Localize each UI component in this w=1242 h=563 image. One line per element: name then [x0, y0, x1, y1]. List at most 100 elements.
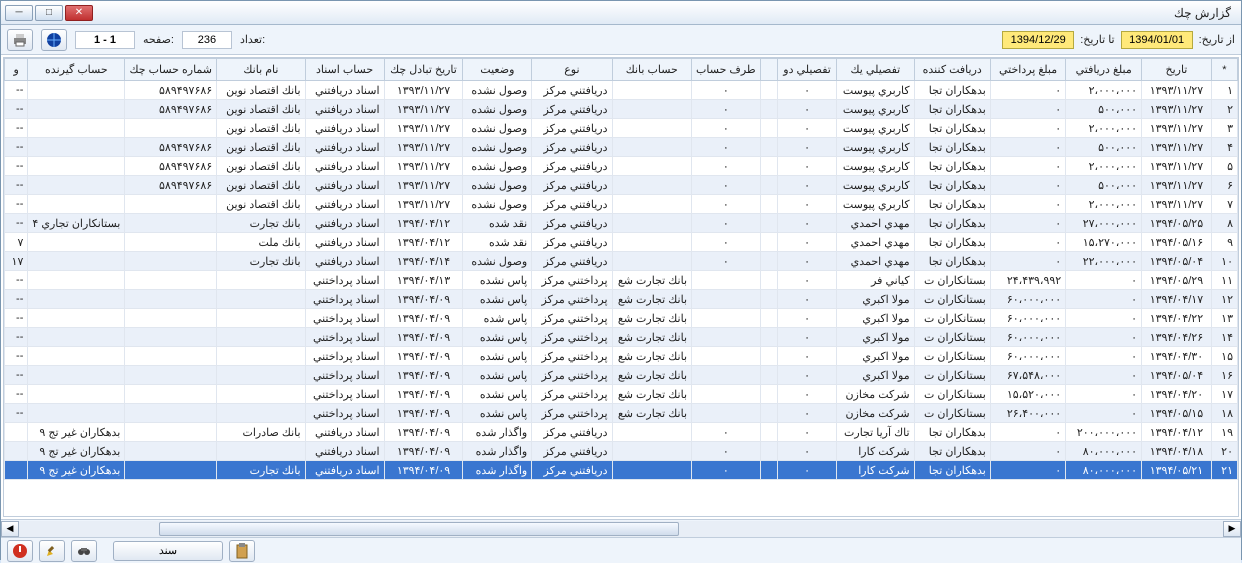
grid-container: *تاريخمبلغ دريافتيمبلغ پرداختيدريافت كنن… — [3, 57, 1239, 517]
cell: اسناد دريافتني — [305, 157, 384, 176]
column-header[interactable]: حساب اسناد — [305, 59, 384, 81]
cell — [612, 176, 692, 195]
minimize-button[interactable]: ─ — [5, 5, 33, 21]
column-header[interactable] — [760, 59, 777, 81]
cell: وصول نشده — [463, 252, 532, 271]
table-row[interactable]: ۹۱۳۹۴/۰۵/۱۶۱۵،۲۷۰،۰۰۰۰بدهکاران تجامهدي ا… — [5, 233, 1238, 252]
column-header[interactable]: شماره حساب چك — [125, 59, 217, 81]
cell: ۱۳۹۳/۱۱/۲۷ — [1142, 195, 1212, 214]
search-button[interactable] — [71, 540, 97, 562]
table-row[interactable]: ۱۵۱۳۹۴/۰۴/۳۰۰۶۰،۰۰۰،۰۰۰بستانكاران تمولا … — [5, 347, 1238, 366]
cell — [217, 290, 305, 309]
column-header[interactable]: طرف حساب — [692, 59, 761, 81]
paste-button[interactable] — [229, 540, 255, 562]
table-row[interactable]: ۱۱۳۹۳/۱۱/۲۷۲،۰۰۰،۰۰۰۰بدهکاران تجاکاربري … — [5, 81, 1238, 100]
table-row[interactable]: ۱۳۱۳۹۴/۰۴/۲۲۰۶۰،۰۰۰،۰۰۰بستانكاران تمولا … — [5, 309, 1238, 328]
column-header[interactable]: تاريخ — [1142, 59, 1212, 81]
column-header[interactable]: وضعيت — [463, 59, 532, 81]
cell: مهدي احمدي — [837, 214, 914, 233]
column-header[interactable]: حساب بانك — [612, 59, 692, 81]
table-row[interactable]: ۱۹۱۳۹۴/۰۴/۱۲۲۰۰،۰۰۰،۰۰۰۰بدهکاران تجاتاك … — [5, 423, 1238, 442]
report-grid[interactable]: *تاريخمبلغ دريافتيمبلغ پرداختيدريافت كنن… — [4, 58, 1238, 480]
scroll-thumb[interactable] — [159, 522, 679, 536]
table-row[interactable]: ۲۱۳۹۳/۱۱/۲۷۵۰۰،۰۰۰۰بدهکاران تجاکاربري پي… — [5, 100, 1238, 119]
cell: واگذار شده — [463, 442, 532, 461]
cell: ۲۱ — [1211, 461, 1237, 480]
table-row[interactable]: ۶۱۳۹۳/۱۱/۲۷۵۰۰،۰۰۰۰بدهکاران تجاکاربري پي… — [5, 176, 1238, 195]
column-header[interactable]: تفصيلي دو — [777, 59, 836, 81]
cell — [28, 385, 125, 404]
cell: مهدي احمدي — [837, 252, 914, 271]
column-header[interactable]: و — [5, 59, 28, 81]
cell: اسناد پرداختني — [305, 366, 384, 385]
sand-button[interactable]: سند — [113, 541, 223, 561]
cell: ۱۳۹۴/۰۴/۰۹ — [384, 366, 463, 385]
scroll-track[interactable] — [19, 521, 1223, 537]
table-row[interactable]: ۷۱۳۹۳/۱۱/۲۷۲،۰۰۰،۰۰۰۰بدهکاران تجاکاربري … — [5, 195, 1238, 214]
table-row[interactable]: ۱۱۱۳۹۴/۰۵/۲۹۰۲۴،۴۳۹،۹۹۲بستانكاران تكياني… — [5, 271, 1238, 290]
cell: دريافتني مرکز — [532, 195, 612, 214]
cell — [760, 119, 777, 138]
column-header[interactable]: مبلغ دريافتي — [1066, 59, 1142, 81]
table-row[interactable]: ۱۲۱۳۹۴/۰۴/۱۷۰۶۰،۰۰۰،۰۰۰بستانكاران تمولا … — [5, 290, 1238, 309]
cell: ۱۳۹۴/۰۵/۱۵ — [1142, 404, 1212, 423]
table-row[interactable]: ۴۱۳۹۳/۱۱/۲۷۵۰۰،۰۰۰۰بدهکاران تجاکاربري پي… — [5, 138, 1238, 157]
column-header[interactable]: حساب گيرنده — [28, 59, 125, 81]
column-header[interactable]: تفصيلي يك — [837, 59, 914, 81]
table-row[interactable]: ۲۱۱۳۹۴/۰۵/۲۱۸۰،۰۰۰،۰۰۰۰بدهکاران تجاشرکت … — [5, 461, 1238, 480]
cell: وصول نشده — [463, 195, 532, 214]
cell: بانك تجارت شع — [612, 309, 692, 328]
cell: بدهکاران تجا — [914, 461, 990, 480]
cell: بانك تجارت شع — [612, 290, 692, 309]
cell: ۲۰ — [1211, 442, 1237, 461]
column-header[interactable]: نام بانك — [217, 59, 305, 81]
scroll-right-button[interactable]: ▶ — [1223, 521, 1241, 537]
table-row[interactable]: ۱۸۱۳۹۴/۰۵/۱۵۰۲۶،۴۰۰،۰۰۰بستانكاران تشرکت … — [5, 404, 1238, 423]
column-header[interactable]: تاريخ تبادل چك — [384, 59, 463, 81]
print-button[interactable] — [7, 29, 33, 51]
to-date-input[interactable] — [1002, 31, 1074, 49]
cell: ۵ — [1211, 157, 1237, 176]
horizontal-scrollbar[interactable]: ◀ ▶ — [1, 519, 1241, 537]
cell: بدهکاران تجا — [914, 119, 990, 138]
cell: ۲۴،۴۳۹،۹۹۲ — [990, 271, 1065, 290]
cell: مولا اكبري — [837, 328, 914, 347]
from-date-input[interactable] — [1121, 31, 1193, 49]
cell: -- — [5, 385, 28, 404]
cell: ۷ — [5, 233, 28, 252]
cell — [692, 404, 761, 423]
table-row[interactable]: ۱۴۱۳۹۴/۰۴/۲۶۰۶۰،۰۰۰،۰۰۰بستانكاران تمولا … — [5, 328, 1238, 347]
cell: ۲،۰۰۰،۰۰۰ — [1066, 195, 1142, 214]
table-row[interactable]: ۸۱۳۹۴/۰۵/۲۵۲۷،۰۰۰،۰۰۰۰بدهکاران تجامهدي ا… — [5, 214, 1238, 233]
cell: پاس نشده — [463, 271, 532, 290]
column-header[interactable]: مبلغ پرداختي — [990, 59, 1065, 81]
cell — [125, 309, 217, 328]
exit-button[interactable] — [7, 540, 33, 562]
table-row[interactable]: ۳۱۳۹۳/۱۱/۲۷۲،۰۰۰،۰۰۰۰بدهکاران تجاکاربري … — [5, 119, 1238, 138]
close-button[interactable]: ✕ — [65, 5, 93, 21]
cell: ۰ — [777, 271, 836, 290]
refresh-button[interactable] — [41, 29, 67, 51]
table-row[interactable]: ۱۰۱۳۹۴/۰۵/۰۴۲۲،۰۰۰،۰۰۰۰بدهکاران تجامهدي … — [5, 252, 1238, 271]
table-row[interactable]: ۵۱۳۹۳/۱۱/۲۷۲،۰۰۰،۰۰۰۰بدهکاران تجاکاربري … — [5, 157, 1238, 176]
column-header[interactable]: * — [1211, 59, 1237, 81]
column-header[interactable]: نوع — [532, 59, 612, 81]
power-icon — [12, 543, 28, 559]
cell: بستانكاران ت — [914, 385, 990, 404]
table-row[interactable]: ۱۶۱۳۹۴/۰۵/۰۴۰۶۷،۵۴۸،۰۰۰بستانكاران تمولا … — [5, 366, 1238, 385]
table-row[interactable]: ۱۷۱۳۹۴/۰۴/۲۰۰۱۵،۵۲۰،۰۰۰بستانكاران تشرکت … — [5, 385, 1238, 404]
cell: ۱۳۹۳/۱۱/۲۷ — [1142, 157, 1212, 176]
cell: ۱۳۹۳/۱۱/۲۷ — [1142, 100, 1212, 119]
table-row[interactable]: ۲۰۱۳۹۴/۰۴/۱۸۸۰،۰۰۰،۰۰۰۰بدهکاران تجاشرکت … — [5, 442, 1238, 461]
cell: دريافتني مرکز — [532, 138, 612, 157]
cell: -- — [5, 347, 28, 366]
cell: دريافتني مرکز — [532, 119, 612, 138]
scroll-left-button[interactable]: ◀ — [1, 521, 19, 537]
column-header[interactable]: دريافت كننده — [914, 59, 990, 81]
cell: بدهکاران تجا — [914, 423, 990, 442]
cell: -- — [5, 195, 28, 214]
maximize-button[interactable]: □ — [35, 5, 63, 21]
cell: ۰ — [990, 195, 1065, 214]
cell: واگذار شده — [463, 461, 532, 480]
edit-button[interactable] — [39, 540, 65, 562]
